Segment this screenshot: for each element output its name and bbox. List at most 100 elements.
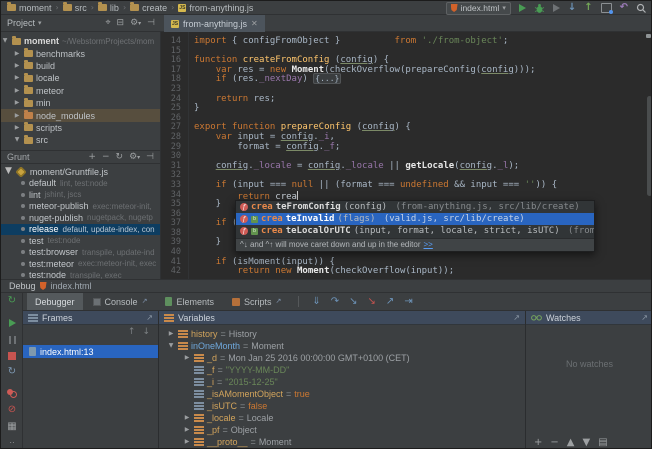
debug-bug-button[interactable]: [534, 3, 545, 14]
code-line[interactable]: 33 if (input === null || (format === und…: [161, 181, 652, 191]
step-over-icon[interactable]: ↷: [331, 297, 339, 307]
grunt-task-item[interactable]: test:browsertranspile, update-ind: [1, 247, 160, 259]
grunt-task-item[interactable]: releasedefault, update-index, con: [1, 224, 160, 236]
variable-row[interactable]: ▶__proto__=Moment: [159, 436, 525, 448]
completion-item[interactable]: fbcreateLocalOrUTC(input, format, locale…: [236, 225, 594, 237]
float-panel-icon[interactable]: ↗: [513, 314, 520, 322]
project-tree-item[interactable]: ▼moment~/WebstormProjects/mom: [1, 35, 160, 47]
chevron-collapsed-icon[interactable]: ▶: [13, 63, 21, 69]
grunt-panel-header[interactable]: Grunt + − ↻ ⚙▾ ⊣: [1, 150, 160, 164]
variable-row[interactable]: ▼inOneMonth=Moment: [159, 340, 525, 352]
more-icon[interactable]: ··: [1, 438, 23, 447]
grunt-root-item[interactable]: ▼moment/Gruntfile.js: [1, 166, 160, 178]
project-tree-item[interactable]: ▶locale: [1, 72, 160, 84]
rerun-icon[interactable]: ↻: [1, 296, 23, 306]
completion-item[interactable]: fbcreateInvalid(flags) (valid.js, src/li…: [236, 213, 594, 225]
hide-panel-icon[interactable]: ⊣: [147, 19, 155, 28]
resume-icon[interactable]: [1, 319, 23, 330]
variable-row[interactable]: ▶_pf=Object: [159, 424, 525, 436]
paste-icon[interactable]: ▤: [598, 438, 607, 448]
code-line[interactable]: 42 return new Moment(checkOverflow(input…: [161, 267, 652, 277]
code-line[interactable]: 29 format = config._f;: [161, 143, 652, 153]
step-into-icon[interactable]: ↘: [349, 297, 357, 307]
add-icon[interactable]: +: [534, 438, 542, 448]
restart-icon[interactable]: ↻: [1, 367, 23, 377]
refresh-icon[interactable]: ↻: [116, 153, 124, 162]
add-icon[interactable]: +: [88, 153, 96, 162]
code-line[interactable]: 25}: [161, 104, 652, 114]
code-line[interactable]: 18 if (res._nextDay) {...}: [161, 75, 652, 85]
search-everywhere-icon[interactable]: [636, 3, 647, 14]
project-tree-item[interactable]: ▶meteor: [1, 85, 160, 97]
code-editor[interactable]: 14import { configFromObject } from './fr…: [161, 32, 652, 279]
completion-item[interactable]: fcreateFromConfig(config) (from-anything…: [236, 201, 594, 213]
watches-header[interactable]: Watches ↗: [526, 311, 652, 325]
debug-tab-debugger[interactable]: Debugger: [27, 293, 83, 310]
breadcrumb-item[interactable]: create: [130, 3, 167, 13]
grunt-task-item[interactable]: test:meteorexec:meteor-init, exec: [1, 258, 160, 270]
project-tree-item[interactable]: ▼src: [1, 134, 160, 146]
grunt-task-item[interactable]: meteor-publishexec:meteor-init,: [1, 201, 160, 213]
project-tree-item[interactable]: ▶benchmarks: [1, 47, 160, 59]
breadcrumb-item[interactable]: lib: [98, 3, 119, 13]
mute-breakpoints-icon[interactable]: ⊘: [1, 405, 23, 415]
grunt-task-item[interactable]: lintjshint, jscs: [1, 189, 160, 201]
variable-row[interactable]: _f="YYYY-MM-DD": [159, 364, 525, 376]
locate-file-icon[interactable]: ⌖: [105, 19, 110, 28]
grunt-task-item[interactable]: nuget-publishnugetpack, nugetp: [1, 212, 160, 224]
chevron-collapsed-icon[interactable]: ▶: [167, 331, 175, 337]
update-project-icon[interactable]: ↓: [568, 3, 576, 13]
float-panel-icon[interactable]: ↗: [146, 314, 153, 322]
float-panel-icon[interactable]: ↗: [641, 314, 648, 322]
grunt-task-item[interactable]: defaultlint, test:node: [1, 178, 160, 190]
project-tree-item[interactable]: ▶node_modules: [1, 109, 160, 121]
gear-icon[interactable]: ⚙▾: [129, 153, 140, 162]
chevron-collapsed-icon[interactable]: ▶: [13, 75, 21, 81]
variable-row[interactable]: ▶history=History: [159, 328, 525, 340]
debug-toolwindow-titlebar[interactable]: Debug index.html: [1, 279, 652, 292]
run-with-coverage-button[interactable]: [553, 4, 560, 12]
completion-popup[interactable]: fcreateFromConfig(config) (from-anything…: [235, 200, 595, 252]
breadcrumb-item[interactable]: moment: [7, 3, 52, 13]
changes-icon[interactable]: [601, 3, 612, 13]
code-line[interactable]: 34 return crea: [161, 191, 652, 201]
chevron-collapsed-icon[interactable]: ▶: [13, 113, 21, 119]
variable-row[interactable]: ▶_locale=Locale: [159, 412, 525, 424]
variable-row[interactable]: _i="2015-12-25": [159, 376, 525, 388]
breadcrumb-item[interactable]: src: [63, 3, 87, 13]
editor-tab[interactable]: JS from-anything.js ✕: [164, 15, 265, 32]
rollback-icon[interactable]: ↶: [620, 3, 628, 13]
chevron-collapsed-icon[interactable]: ▶: [13, 125, 21, 131]
variable-row[interactable]: ▶_d=Mon Jan 25 2016 00:00:00 GMT+0100 (C…: [159, 352, 525, 364]
chevron-expanded-icon[interactable]: ▼: [167, 343, 175, 349]
chevron-expanded-icon[interactable]: ▼: [13, 137, 21, 143]
move-up-icon[interactable]: ▲: [567, 438, 575, 448]
editor-scrollbar[interactable]: [647, 96, 652, 196]
chevron-collapsed-icon[interactable]: ▶: [183, 427, 191, 433]
gear-icon[interactable]: ⚙▾: [130, 19, 141, 28]
show-execution-point-icon[interactable]: ⇓: [312, 297, 320, 307]
code-line[interactable]: 14import { configFromObject } from './fr…: [161, 37, 652, 47]
step-out-icon[interactable]: ↗: [386, 297, 394, 307]
debug-tab-elements[interactable]: Elements: [157, 293, 222, 310]
collapse-all-icon[interactable]: ⊟: [117, 19, 125, 28]
project-tree-item[interactable]: ▶build: [1, 60, 160, 72]
project-tree-item[interactable]: ▶min: [1, 97, 160, 109]
variable-row[interactable]: _isAMomentObject=true: [159, 388, 525, 400]
close-tab-icon[interactable]: ✕: [251, 19, 258, 28]
pause-icon[interactable]: [1, 336, 23, 347]
commit-changes-icon[interactable]: ↑: [584, 3, 592, 13]
hint-more-link[interactable]: >>: [424, 240, 433, 249]
run-configuration-select[interactable]: index.html ▾: [446, 2, 511, 15]
chevron-collapsed-icon[interactable]: ▶: [13, 100, 21, 106]
code-line[interactable]: 24 return res;: [161, 95, 652, 105]
debug-tab-console[interactable]: Console↗: [85, 293, 156, 310]
chevron-expanded-icon[interactable]: ▼: [1, 38, 9, 44]
chevron-collapsed-icon[interactable]: ▶: [183, 415, 191, 421]
variables-header[interactable]: Variables ↗: [159, 311, 525, 325]
variable-row[interactable]: _isUTC=false: [159, 400, 525, 412]
hide-panel-icon[interactable]: ⊣: [146, 153, 154, 162]
breadcrumb-item[interactable]: JSfrom-anything.js: [178, 3, 253, 13]
chevron-collapsed-icon[interactable]: ▶: [183, 355, 191, 361]
move-down-icon[interactable]: ▼: [582, 438, 590, 448]
